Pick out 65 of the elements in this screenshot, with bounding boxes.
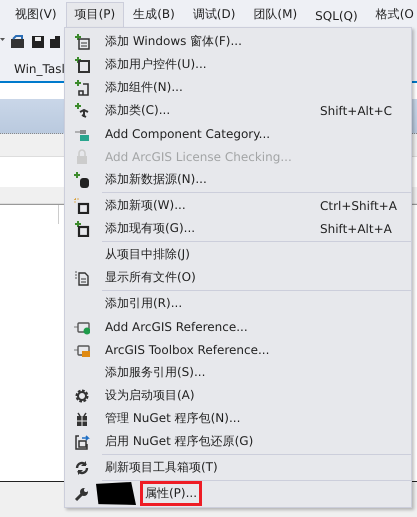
menu-bar-item[interactable]: 调试(D) [184, 2, 244, 27]
menu-bar-item[interactable]: SQL(Q) [306, 5, 367, 27]
add-existing-icon [74, 220, 90, 236]
menu-item[interactable]: 添加组件(N)... [65, 76, 411, 99]
shortcut-label: Shift+Alt+A [320, 222, 393, 236]
menu-item[interactable]: 添加新项(W)... Ctrl+Shift+A [65, 194, 411, 217]
menu-bar-item[interactable]: 生成(B) [124, 2, 184, 27]
menu-item-label: 从项目中排除(J) [104, 246, 191, 263]
wrench-icon [74, 486, 90, 502]
add-form-icon [74, 34, 90, 50]
menu-item-label: 添加现有项(G)... [104, 220, 196, 237]
menu-item[interactable]: Add Component Category... [65, 122, 411, 145]
menu-item[interactable]: 启用 NuGet 程序包还原(G) [65, 430, 411, 453]
menu-item[interactable]: 添加新数据源(N)... [65, 168, 411, 191]
menu-item[interactable]: 添加用户控件(U)... [65, 53, 411, 76]
document-tab[interactable]: Win_Tasl [14, 62, 65, 76]
menu-item-label: 显示所有文件(O) [104, 269, 197, 286]
save-icon[interactable] [30, 34, 46, 50]
database-icon [74, 172, 90, 188]
menu-item[interactable]: 添加服务引用(S)... [65, 361, 411, 384]
menu-item-label: ArcGIS Toolbox Reference... [104, 342, 270, 358]
menu-item[interactable]: ArcGIS Toolbox Reference... [65, 338, 411, 361]
menu-item[interactable]: 管理 NuGet 程序包(N)... [65, 407, 411, 430]
menu-bar-item[interactable]: 视图(V) [6, 2, 66, 27]
menu-item-label: 添加用户控件(U)... [104, 56, 208, 73]
menu-bar-item[interactable]: 格式(O [366, 2, 417, 27]
show-files-icon [74, 270, 90, 286]
menu-item-label: 添加新数据源(N)... [104, 171, 208, 188]
menu-item-label: 设为启动项目(A) [104, 387, 196, 404]
menu-item-label: 添加类(C)... [104, 102, 172, 119]
menu-item[interactable]: 显示所有文件(O) [65, 266, 411, 289]
menu-item-label: Add ArcGIS License Checking... [104, 148, 293, 166]
menu-item-label: 添加 Windows 窗体(F)... [104, 33, 243, 50]
shortcut-label: Shift+Alt+C [320, 104, 394, 118]
menu-bar-item[interactable]: 项目(P) [66, 2, 124, 27]
menu-item-label: 添加组件(N)... [104, 79, 184, 96]
add-class-icon [74, 102, 90, 118]
menu-item[interactable]: 从项目中排除(J) [65, 243, 411, 266]
new-item-icon [74, 198, 90, 214]
menu-item[interactable]: 添加 Windows 窗体(F)... [65, 30, 411, 53]
menu-item[interactable]: 刷新项目工具箱项(T) [65, 456, 411, 479]
menu-item-label: 刷新项目工具箱项(T) [104, 459, 219, 476]
menu-item-label: Add Component Category... [104, 126, 272, 142]
menu-item-label: 属性(P)... [140, 481, 202, 506]
menu-item-label: Add ArcGIS Reference... [104, 318, 249, 336]
save-all-icon[interactable] [50, 34, 60, 50]
menu-item-label: 启用 NuGet 程序包还原(G) [104, 433, 254, 450]
menu-item[interactable]: 设为启动项目(A) [65, 384, 411, 407]
shortcut-label: Ctrl+Shift+A [320, 198, 398, 212]
menu-item[interactable]: 添加类(C)... Shift+Alt+C [65, 99, 411, 122]
folder-icon[interactable] [10, 34, 26, 50]
menu-item[interactable]: 添加引用(R)... [65, 292, 411, 315]
menu-item[interactable]: 添加现有项(G)... Shift+Alt+A [65, 217, 411, 240]
restore-package-icon [74, 434, 90, 450]
menu-item[interactable]: 属性(P)... [65, 482, 411, 505]
refresh-icon [74, 460, 90, 476]
menu-bar-item[interactable]: 团队(M) [244, 2, 306, 27]
add-component-icon [74, 80, 90, 96]
menu-item[interactable]: Add ArcGIS Reference... [65, 315, 411, 338]
menu-item-label: 管理 NuGet 程序包(N)... [104, 410, 242, 427]
add-control-icon [74, 56, 90, 72]
gear-icon [74, 388, 90, 404]
menu-item-label: 添加服务引用(S)... [104, 364, 206, 381]
menu-item-label: 添加引用(R)... [104, 295, 184, 312]
menu-item-label: 添加新项(W)... [104, 197, 187, 214]
